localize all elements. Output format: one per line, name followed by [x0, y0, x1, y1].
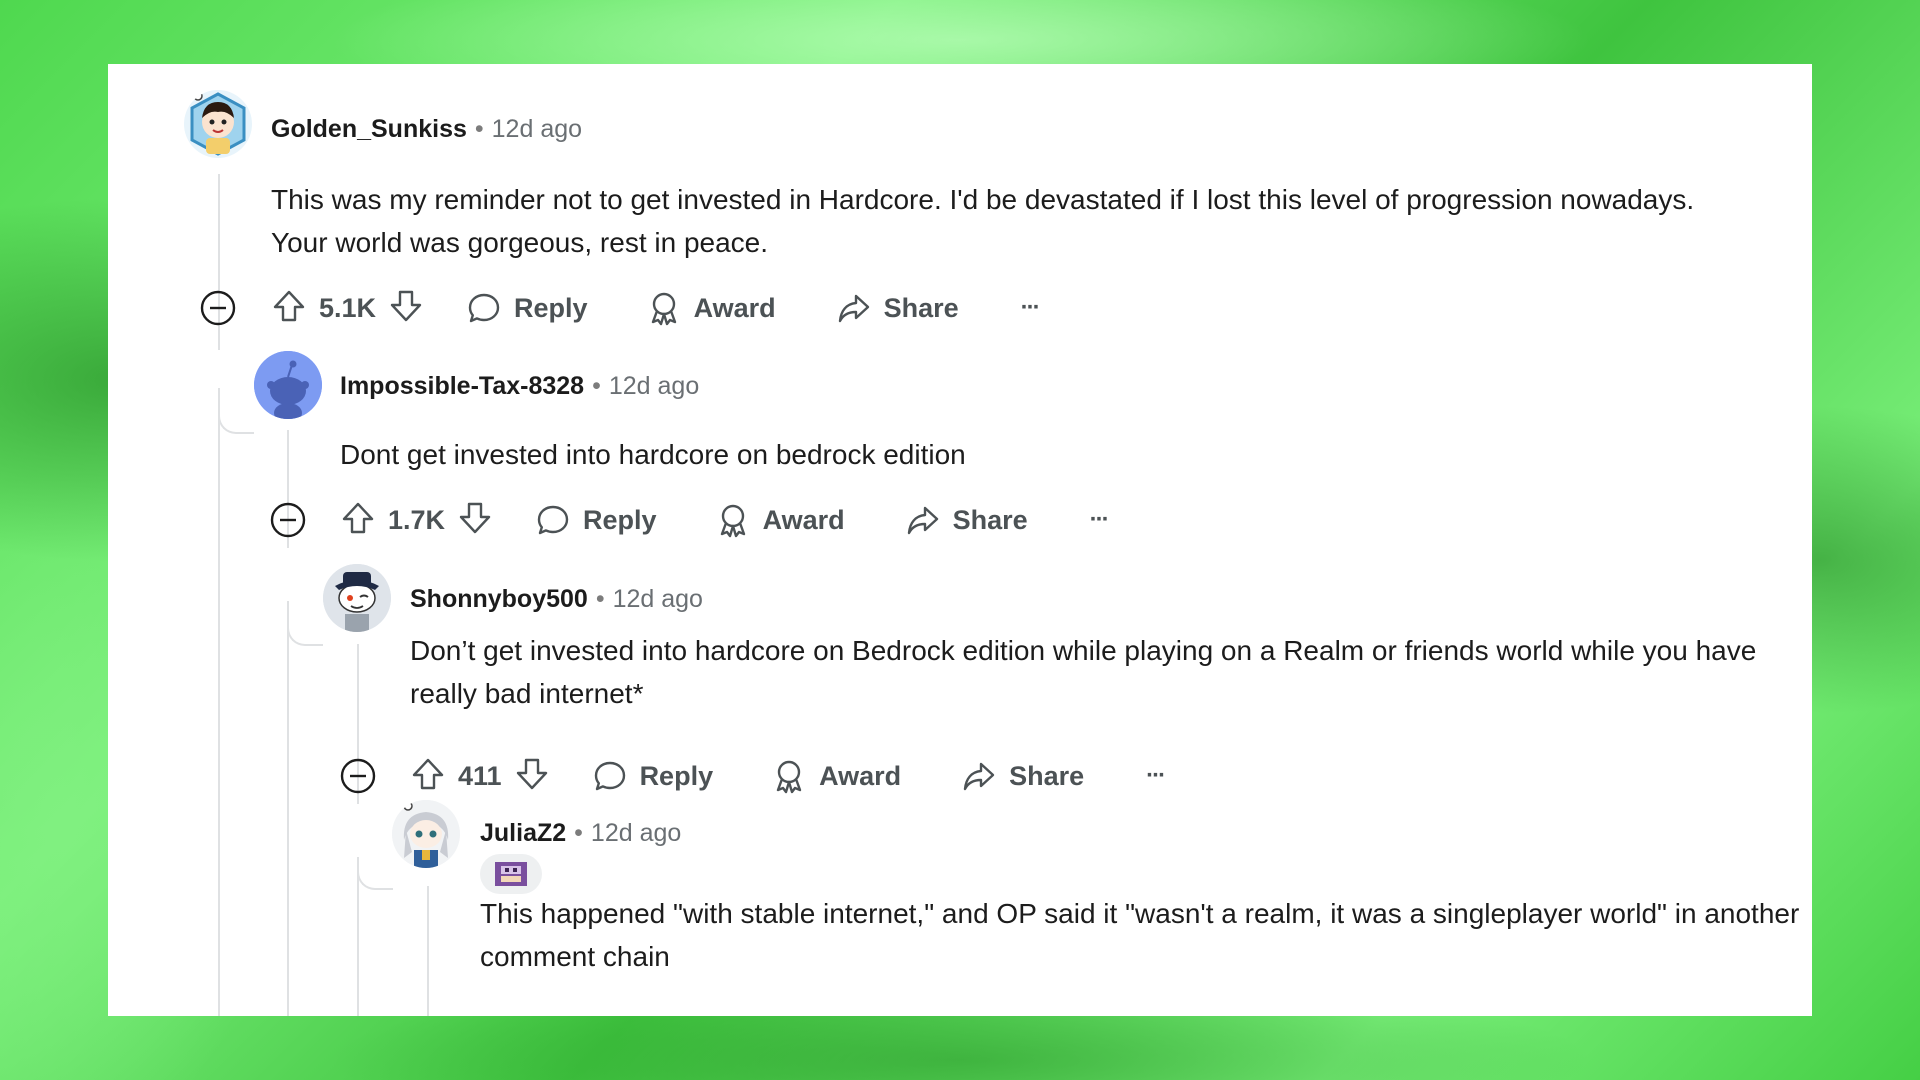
comment-body: This was my reminder not to get invested… — [271, 184, 1695, 258]
thread-elbow — [357, 860, 393, 890]
collapse-thread-button[interactable] — [270, 502, 306, 538]
snoo-anime-avatar-icon[interactable] — [392, 800, 460, 868]
username[interactable]: JuliaZ2 — [480, 819, 566, 847]
speech-bubble-icon — [592, 758, 628, 794]
award-label: Award — [762, 504, 845, 535]
timestamp[interactable]: 12d ago — [609, 372, 699, 400]
share-arrow-icon — [961, 758, 997, 794]
username[interactable]: Shonnyboy500 — [410, 585, 588, 613]
comment-body: This happened "with stable internet," an… — [480, 898, 1800, 972]
comment-thread-panel: Golden_Sunkiss • 12d ago This was my remin… — [108, 64, 1812, 1016]
minus-circle-icon — [270, 502, 306, 538]
thread-elbow — [287, 604, 323, 646]
share-arrow-icon — [905, 502, 941, 538]
separator-dot: • — [595, 585, 605, 613]
reply-button[interactable]: Reply — [592, 758, 714, 794]
vote-group: 1.7K — [340, 500, 493, 541]
collapse-thread-button[interactable] — [200, 290, 236, 326]
upvote-icon[interactable] — [410, 756, 446, 797]
more-dots-icon: ··· — [1020, 294, 1041, 321]
share-button[interactable]: Share — [836, 290, 959, 326]
more-options-button[interactable]: ··· — [1020, 294, 1041, 322]
username[interactable]: Golden_Sunkiss — [271, 115, 467, 143]
award-button[interactable]: Award — [715, 502, 845, 538]
reply-button[interactable]: Reply — [466, 290, 588, 326]
reply-label: Reply — [639, 760, 714, 791]
default-snoo-avatar-icon[interactable] — [254, 351, 322, 419]
vote-count: 1.7K — [388, 504, 446, 535]
more-options-button[interactable]: ··· — [1089, 506, 1110, 534]
comment-meta: JuliaZ2 • 12d ago — [480, 816, 681, 850]
award-ribbon-icon — [715, 502, 751, 538]
thread-line-level-2-continued[interactable] — [287, 601, 289, 1016]
username[interactable]: Impossible-Tax-8328 — [340, 372, 584, 400]
award-button[interactable]: Award — [646, 290, 776, 326]
share-label: Share — [1009, 760, 1085, 791]
upvote-icon[interactable] — [271, 288, 307, 329]
separator-dot: • — [474, 115, 484, 143]
timestamp[interactable]: 12d ago — [613, 585, 703, 613]
comment-meta: Impossible-Tax-8328 • 12d ago — [340, 369, 699, 403]
award-ribbon-icon — [646, 290, 682, 326]
user-flair — [480, 854, 542, 894]
comment-meta: Shonnyboy500 • 12d ago — [410, 582, 703, 616]
comment-body: Don’t get invested into hardcore on Bedr… — [410, 635, 1757, 709]
timestamp[interactable]: 12d ago — [591, 819, 681, 847]
vote-count: 411 — [458, 760, 502, 791]
share-label: Share — [952, 504, 1028, 535]
comment-actions: 411 Reply Award Share ··· — [410, 756, 1166, 797]
timestamp[interactable]: 12d ago — [492, 115, 582, 143]
more-dots-icon: ··· — [1089, 506, 1110, 533]
comment-meta: Golden_Sunkiss • 12d ago — [271, 112, 582, 146]
share-label: Share — [883, 292, 959, 323]
separator-dot: • — [574, 819, 583, 847]
share-button[interactable]: Share — [961, 758, 1084, 794]
vote-count: 5.1K — [319, 292, 377, 323]
minus-circle-icon — [200, 290, 236, 326]
comment-actions: 1.7K Reply Award Share ··· — [340, 500, 1110, 541]
award-ribbon-icon — [771, 758, 807, 794]
separator-dot: • — [592, 372, 601, 400]
pixel-character-flair-icon — [495, 862, 527, 886]
downvote-icon[interactable] — [514, 756, 550, 797]
award-label: Award — [693, 292, 776, 323]
reply-label: Reply — [514, 292, 588, 323]
share-button[interactable]: Share — [905, 502, 1028, 538]
share-arrow-icon — [836, 290, 872, 326]
snoo-hat-avatar-icon[interactable] — [323, 564, 391, 632]
thread-line-level-4[interactable] — [427, 886, 429, 1016]
downvote-icon[interactable] — [457, 500, 493, 541]
collapse-thread-button[interactable] — [340, 758, 376, 794]
speech-bubble-icon — [466, 290, 502, 326]
more-dots-icon: ··· — [1146, 762, 1166, 789]
upvote-icon[interactable] — [340, 500, 376, 541]
snoo-avatar-icon[interactable] — [184, 90, 252, 158]
more-options-button[interactable]: ··· — [1146, 762, 1166, 790]
speech-bubble-icon — [535, 502, 571, 538]
award-label: Award — [819, 760, 902, 791]
thread-elbow — [218, 390, 254, 434]
vote-group: 5.1K — [271, 288, 424, 329]
downvote-icon[interactable] — [388, 288, 424, 329]
comment-body: Dont get invested into hardcore on bedro… — [340, 439, 966, 470]
vote-group: 411 — [410, 756, 550, 797]
reply-label: Reply — [583, 504, 657, 535]
minus-circle-icon — [340, 758, 376, 794]
comment-actions: 5.1K Reply Award Share ··· — [271, 288, 1041, 329]
thread-line-level-1-continued[interactable] — [218, 388, 220, 1016]
reply-button[interactable]: Reply — [535, 502, 657, 538]
award-button[interactable]: Award — [771, 758, 901, 794]
